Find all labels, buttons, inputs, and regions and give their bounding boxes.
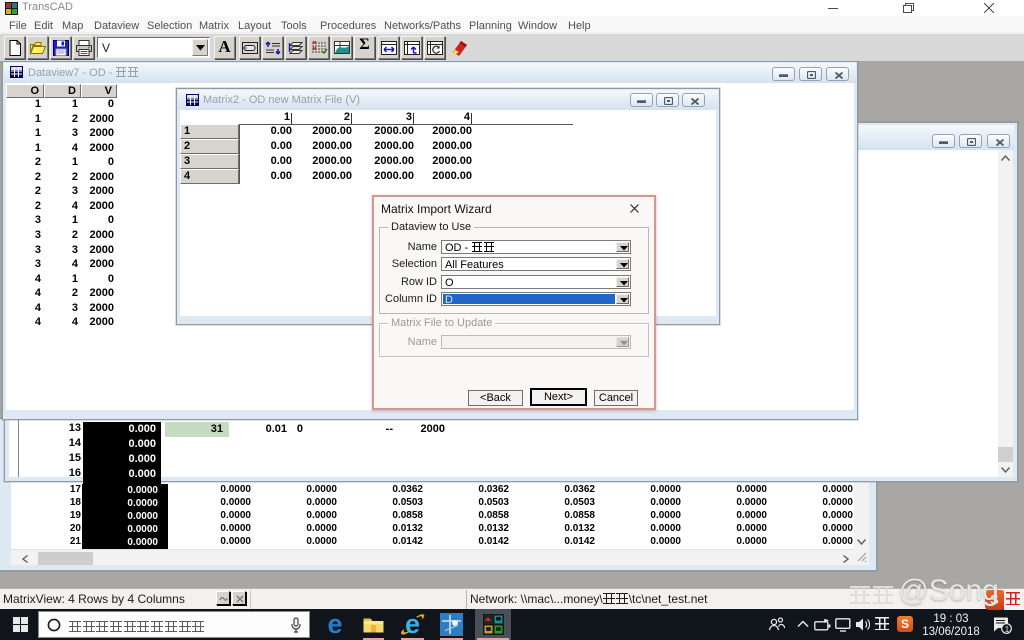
svg-text:1: 1	[1005, 625, 1010, 634]
